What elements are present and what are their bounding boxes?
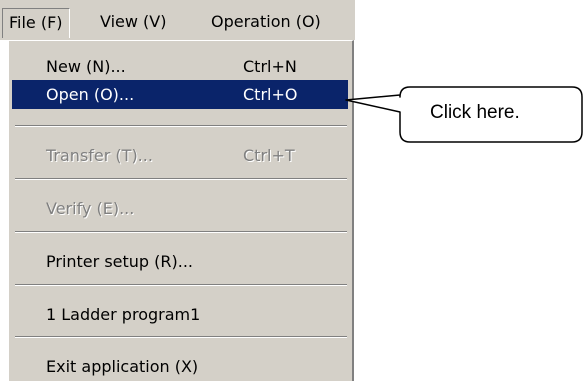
- callout-text: Click here.: [430, 102, 520, 123]
- callout-bubble: [345, 86, 583, 143]
